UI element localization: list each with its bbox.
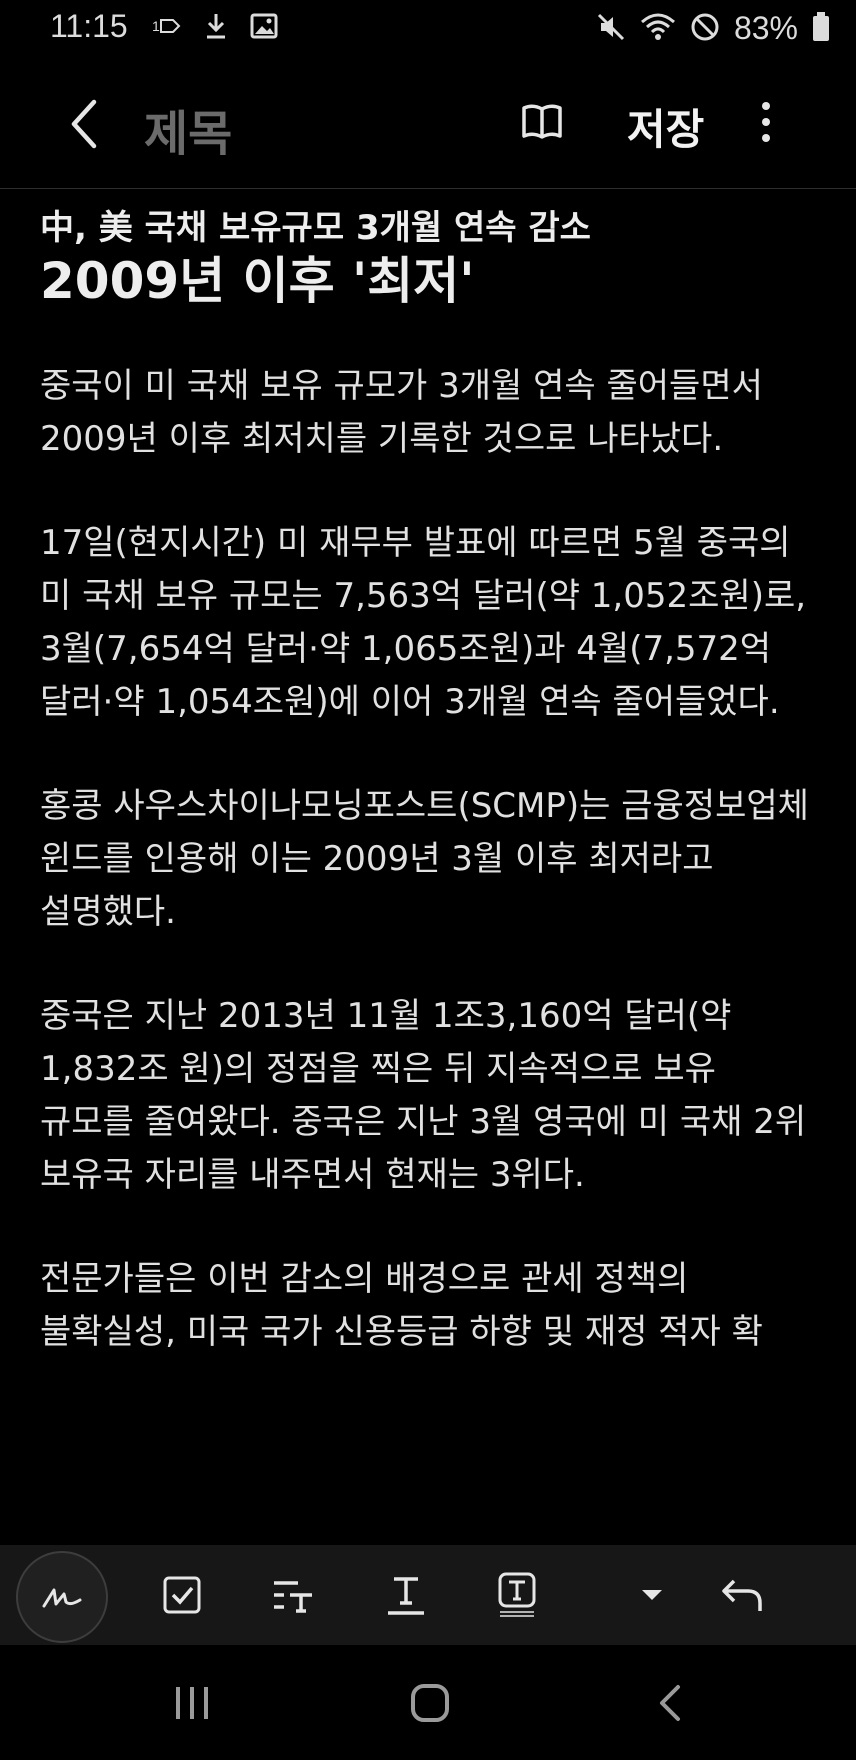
reading-mode-icon[interactable] <box>520 100 564 148</box>
note-header: 제목 저장 <box>0 60 856 189</box>
paragraph: 중국은 지난 2013년 11월 1조3,160억 달러(약 1,832조 원)… <box>40 996 807 1195</box>
undo-icon[interactable] <box>712 1565 772 1625</box>
download-icon <box>204 12 228 44</box>
paragraph: 홍콩 사우스차이나모닝포스트(SCMP)는 금융정보업체 윈드를 인용해 이는 … <box>40 786 809 932</box>
mute-icon <box>596 12 626 46</box>
save-button[interactable]: 저장 <box>627 96 704 157</box>
do-not-disturb-icon <box>690 12 720 46</box>
recent-apps-icon[interactable] <box>172 1683 212 1727</box>
back-icon[interactable] <box>64 96 104 152</box>
battery-icon <box>812 11 830 46</box>
article-headline: 2009년 이후 '최저' <box>40 252 475 310</box>
more-options-icon[interactable] <box>760 100 772 148</box>
battery-percent: 83% <box>733 10 798 46</box>
title-input[interactable]: 제목 <box>144 94 232 164</box>
dropdown-icon[interactable] <box>622 1565 682 1625</box>
gallery-icon <box>250 13 278 43</box>
article-subtitle: 中, 美 국채 보유규모 3개월 연속 감소 <box>40 208 591 248</box>
handwriting-icon[interactable] <box>16 1551 108 1643</box>
note-body[interactable]: 中, 美 국채 보유규모 3개월 연속 감소 2009년 이후 '최저' 중국이… <box>40 206 820 1541</box>
dual-sim-icon: 1 <box>152 16 182 40</box>
paragraph: 17일(현지시간) 미 재무부 발표에 따르면 5월 중국의 미 국채 보유 규… <box>40 523 807 722</box>
status-bar: 11:15 1 83% <box>0 0 856 60</box>
wifi-icon <box>640 12 676 46</box>
text-format-icon[interactable] <box>376 1565 436 1625</box>
editor-toolbar <box>0 1545 856 1645</box>
paragraph: 전문가들은 이번 감소의 배경으로 관세 정책의 불확실성, 미국 국가 신용등… <box>40 1259 763 1352</box>
svg-text:1: 1 <box>152 18 160 34</box>
home-icon[interactable] <box>410 1683 450 1727</box>
back-nav-icon[interactable] <box>656 1683 684 1727</box>
checkbox-icon[interactable] <box>152 1565 212 1625</box>
paragraph: 중국이 미 국채 보유 규모가 3개월 연속 줄어들면서 2009년 이후 최저… <box>40 366 763 459</box>
system-nav-bar <box>0 1645 856 1760</box>
text-style-icon[interactable] <box>264 1565 324 1625</box>
status-time: 11:15 <box>50 8 128 44</box>
text-box-icon[interactable] <box>488 1565 548 1625</box>
